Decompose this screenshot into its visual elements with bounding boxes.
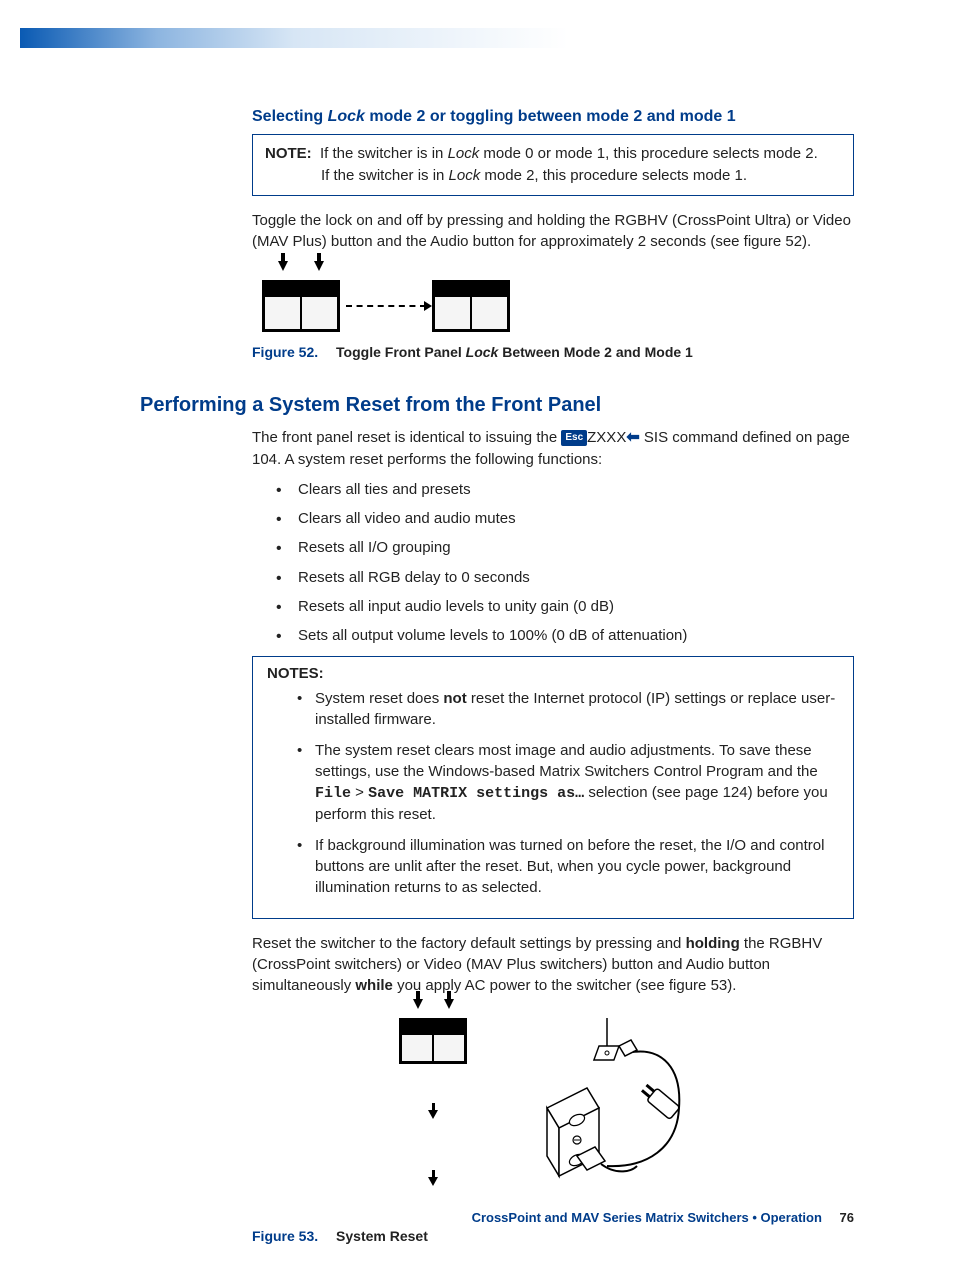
text: Selecting [252,108,328,125]
text-bold: holding [686,935,740,952]
figure-number: Figure 53. [252,1228,318,1244]
header-gradient-band [20,28,934,48]
footer-text: CrossPoint and MAV Series Matrix Switche… [472,1210,822,1225]
notes-box: NOTES: System reset does not reset the I… [252,656,854,919]
figure-number: Figure 52. [252,344,318,360]
text: Between Mode 2 and Mode 1 [498,344,692,360]
figure-53-caption: Figure 53. System Reset [252,1228,854,1244]
figure-53-graphic [252,1018,854,1218]
list-item: If background illumination was turned on… [297,835,839,898]
list-item: System reset does not reset the Internet… [297,688,839,730]
text: mode 2 or toggling between mode 2 and mo… [365,108,736,125]
paragraph-toggle-lock: Toggle the lock on and off by pressing a… [252,210,854,252]
down-arrow-icon [428,1110,438,1119]
text-italic: Lock [448,145,480,162]
esc-key-icon: Esc [561,430,587,446]
subheading-selecting-lock: Selecting Lock mode 2 or toggling betwee… [252,108,854,126]
text: > [351,784,368,801]
text-code: ZXXX [587,429,626,446]
figure-52-caption: Figure 52. Toggle Front Panel Lock Betwe… [252,344,854,360]
text: you apply AC power to the switcher (see … [393,977,737,994]
list-item: Sets all output volume levels to 100% (0… [276,626,854,646]
text: The front panel reset is identical to is… [252,429,561,446]
text-italic: Lock [466,344,499,360]
notes-label: NOTES: [267,665,839,682]
panel-with-arrows-icon [262,280,340,332]
paragraph-front-panel-reset: The front panel reset is identical to is… [252,427,854,470]
text-bold: while [355,977,393,994]
text-mono: File [315,785,351,802]
text: mode 0 or mode 1, this procedure selects… [479,145,818,162]
text: The system reset clears most image and a… [315,742,818,780]
text-bold: not [443,690,466,707]
figure-52-graphic [262,280,854,332]
text: Toggle Front Panel [336,344,466,360]
page-content: Selecting Lock mode 2 or toggling betwee… [0,48,954,1244]
list-item: The system reset clears most image and a… [297,740,839,825]
page-number: 76 [840,1210,854,1225]
dashed-arrow-icon [346,305,426,307]
text: Reset the switcher to the factory defaul… [252,935,686,952]
power-plug-outlet-icon [507,1018,707,1208]
note-box-1: NOTE: If the switcher is in Lock mode 0 … [252,134,854,196]
note-label: NOTE: [265,145,312,162]
text: System reset does [315,690,443,707]
heading-performing-system-reset: Performing a System Reset from the Front… [140,394,854,417]
list-item: Clears all ties and presets [276,480,854,500]
panel-icon [432,280,510,332]
list-item: Resets all input audio levels to unity g… [276,597,854,617]
page-footer: CrossPoint and MAV Series Matrix Switche… [472,1210,854,1225]
down-arrow-icon [428,1177,438,1186]
list-item: Clears all video and audio mutes [276,509,854,529]
reset-functions-list: Clears all ties and presets Clears all v… [252,480,854,647]
text-italic: Lock [328,108,365,125]
text-italic: Lock [449,167,481,184]
panel-with-arrows-icon [399,1018,467,1064]
text: If the switcher is in [321,167,449,184]
list-item: Resets all RGB delay to 0 seconds [276,568,854,588]
list-item: Resets all I/O grouping [276,538,854,558]
text: If the switcher is in [320,145,448,162]
paragraph-reset-procedure: Reset the switcher to the factory defaul… [252,933,854,996]
text: System Reset [336,1228,428,1244]
left-arrow-icon: ⬅ [626,427,639,449]
text-mono: Save MATRIX settings as… [368,785,584,802]
text: mode 2, this procedure selects mode 1. [480,167,747,184]
